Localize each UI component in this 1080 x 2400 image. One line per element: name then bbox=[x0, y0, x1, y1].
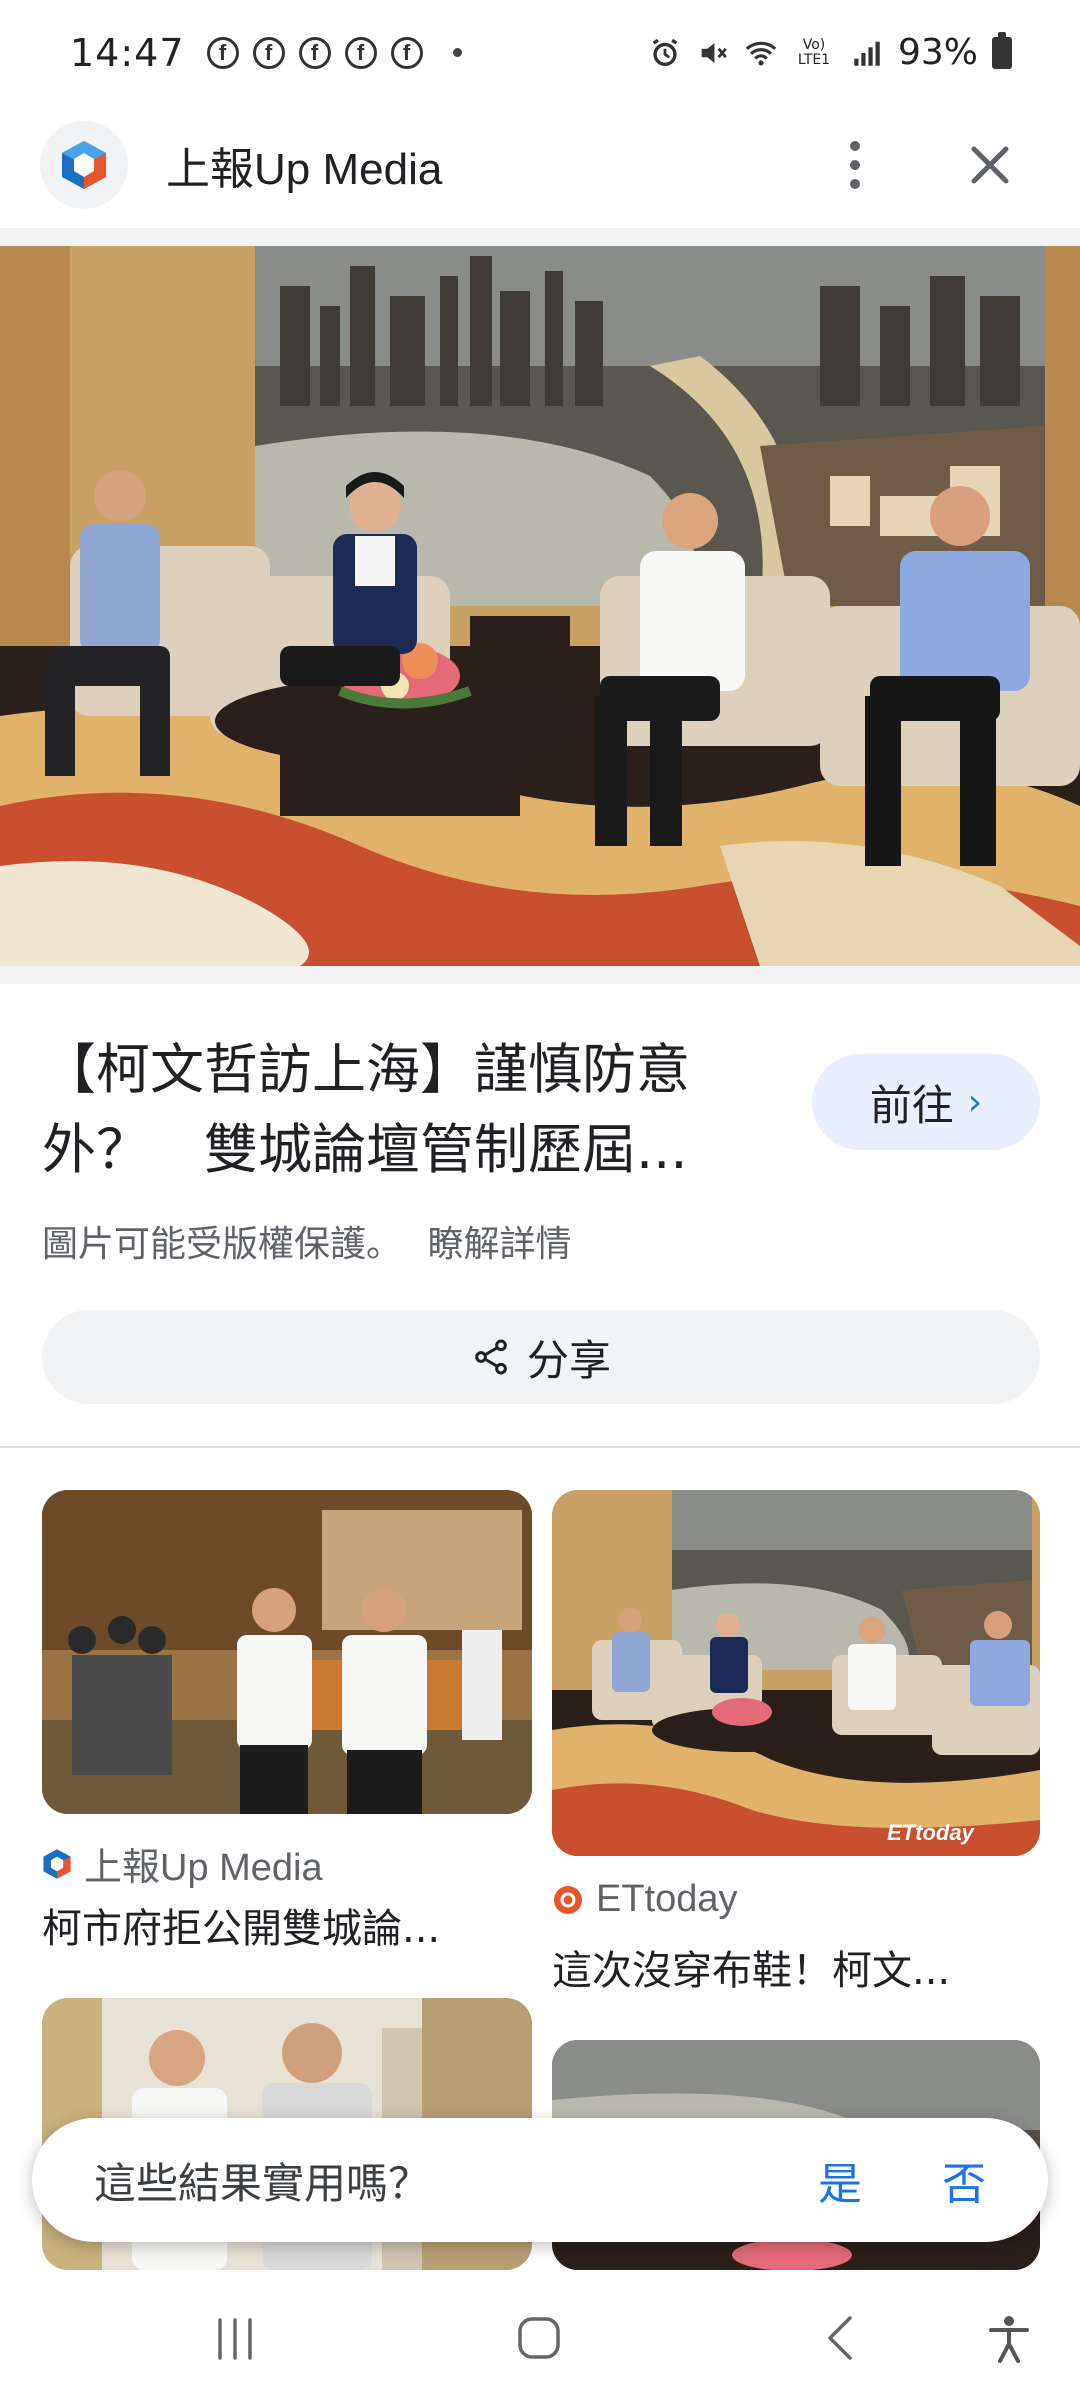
related-source-1[interactable]: 上報Up Media bbox=[42, 1836, 323, 1891]
chevron-right-icon: › bbox=[967, 1081, 983, 1123]
share-button[interactable]: 分享 bbox=[42, 1310, 1040, 1404]
facebook-notification-icon: f bbox=[298, 36, 331, 69]
image-title[interactable]: 【柯文哲訪上海】謹慎防意 外？ 雙城論壇管制歷屆... bbox=[42, 1030, 782, 1190]
wifi-icon bbox=[745, 41, 777, 65]
copyright-text: 圖片可能受版權保護。 bbox=[42, 1224, 403, 1265]
ettoday-source-icon bbox=[554, 1885, 582, 1914]
more-options-icon[interactable] bbox=[840, 135, 870, 195]
hero-image[interactable] bbox=[0, 246, 1080, 966]
related-title-2[interactable]: 這次沒穿布鞋！柯文... bbox=[552, 1938, 1042, 1996]
close-icon[interactable] bbox=[960, 135, 1020, 195]
system-nav-bar bbox=[0, 2278, 1080, 2400]
status-time: 14:47 bbox=[70, 30, 185, 75]
accessibility-icon[interactable] bbox=[985, 2314, 1033, 2364]
status-bar: 14:47 f f f f f Vo) LTE1 93% bbox=[0, 0, 1080, 105]
site-name[interactable]: 上報Up Media bbox=[166, 133, 442, 197]
share-icon bbox=[475, 1339, 507, 1375]
feedback-no-button[interactable]: 否 bbox=[942, 2148, 986, 2212]
notification-icons: f f f f f bbox=[206, 36, 462, 69]
facebook-notification-icon: f bbox=[390, 36, 423, 69]
related-image-1[interactable] bbox=[42, 1490, 532, 1814]
recent-apps-icon[interactable] bbox=[210, 2316, 260, 2362]
upmedia-logo-icon[interactable] bbox=[40, 121, 128, 209]
related-source-name: 上報Up Media bbox=[84, 1847, 323, 1889]
copyright-notice: 圖片可能受版權保護。 瞭解詳情 bbox=[42, 1215, 571, 1267]
related-source-2[interactable]: ETtoday bbox=[552, 1878, 738, 1921]
alarm-icon bbox=[652, 38, 678, 66]
visit-button[interactable]: 前往 › bbox=[812, 1054, 1040, 1150]
upmedia-source-icon bbox=[43, 1848, 71, 1879]
home-icon[interactable] bbox=[515, 2314, 563, 2362]
section-divider bbox=[0, 1446, 1080, 1448]
volte-label: Vo) LTE1 bbox=[797, 36, 831, 68]
separator bbox=[0, 228, 1080, 246]
learn-more-link[interactable]: 瞭解詳情 bbox=[427, 1224, 571, 1265]
title-line-2: 外？ 雙城論壇管制歷屆... bbox=[42, 1118, 688, 1181]
related-source-name: ETtoday bbox=[596, 1878, 738, 1920]
battery-icon bbox=[992, 31, 1012, 69]
facebook-notification-icon: f bbox=[344, 36, 377, 69]
battery-percent: 93% bbox=[897, 32, 978, 73]
facebook-notification-icon: f bbox=[206, 36, 239, 69]
ettoday-watermark: ETtoday bbox=[887, 1820, 976, 1845]
viewer-top-bar: 上報Up Media bbox=[0, 105, 1080, 225]
mute-icon bbox=[701, 42, 727, 63]
back-icon[interactable] bbox=[820, 2314, 860, 2362]
feedback-question: 這些結果實用嗎？ bbox=[94, 2158, 431, 2208]
feedback-prompt: 這些結果實用嗎？ 是 否 bbox=[32, 2118, 1048, 2242]
share-label: 分享 bbox=[526, 1335, 611, 1385]
signal-icon bbox=[854, 41, 880, 66]
feedback-yes-button[interactable]: 是 bbox=[818, 2148, 862, 2212]
facebook-notification-icon: f bbox=[252, 36, 285, 69]
related-title-1[interactable]: 柯市府拒公開雙城論... bbox=[42, 1896, 532, 1954]
related-image-2[interactable]: ETtoday bbox=[552, 1490, 1040, 1856]
more-notifications-dot-icon bbox=[452, 48, 462, 57]
title-line-1: 【柯文哲訪上海】謹慎防意 bbox=[42, 1038, 690, 1101]
visit-button-label: 前往 bbox=[869, 1080, 954, 1130]
separator bbox=[0, 966, 1080, 984]
